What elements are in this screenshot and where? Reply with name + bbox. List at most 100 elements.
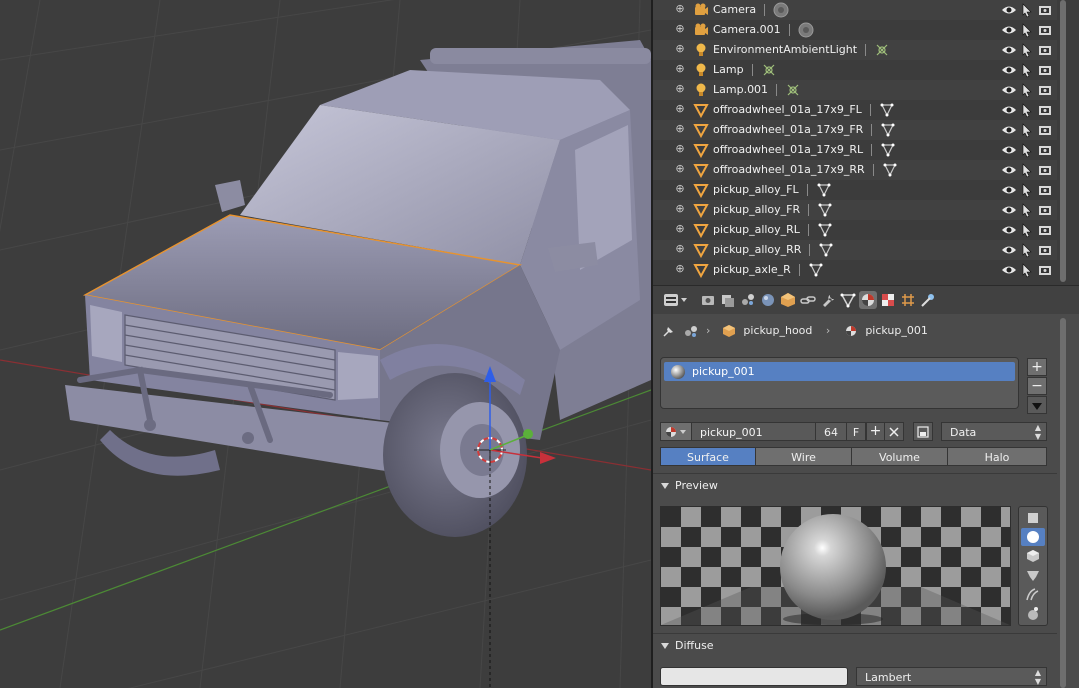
diffuse-shader-dropdown[interactable]: Lambert ▲ ▼ <box>856 667 1047 686</box>
outliner-item-name[interactable]: offroadwheel_01a_17x9_RR <box>713 163 865 176</box>
visibility-eye-icon[interactable] <box>1001 122 1017 138</box>
renderability-camera-icon[interactable] <box>1037 62 1053 78</box>
outliner-item[interactable]: ⊕ Lamp <box>653 60 1057 80</box>
mesh-data-icon[interactable] <box>808 262 824 278</box>
selectability-arrow-icon[interactable] <box>1019 2 1035 18</box>
selectability-arrow-icon[interactable] <box>1019 262 1035 278</box>
lamp-data-icon[interactable] <box>761 62 777 78</box>
outliner-item-name[interactable]: pickup_alloy_RR <box>713 243 801 256</box>
data-icon[interactable] <box>839 291 857 309</box>
renderability-camera-icon[interactable] <box>1037 162 1053 178</box>
outliner[interactable]: ⊕ Camera ⊕ Camera.001 ⊕ EnvironmentAmbientLig… <box>653 0 1079 285</box>
outliner-item-name[interactable]: offroadwheel_01a_17x9_FR <box>713 123 863 136</box>
tab-volume[interactable]: Volume <box>851 447 948 466</box>
expand-plus-icon[interactable]: ⊕ <box>675 163 685 174</box>
visibility-eye-icon[interactable] <box>1001 82 1017 98</box>
expand-plus-icon[interactable]: ⊕ <box>675 23 685 34</box>
tab-surface[interactable]: Surface <box>660 447 756 466</box>
expand-plus-icon[interactable]: ⊕ <box>675 83 685 94</box>
outliner-item-name[interactable]: Lamp <box>713 63 744 76</box>
remove-slot-button[interactable]: − <box>1027 377 1047 395</box>
expand-plus-icon[interactable]: ⊕ <box>675 123 685 134</box>
preview-monkey-icon[interactable] <box>1021 566 1045 584</box>
material-slot-list[interactable]: pickup_001 <box>660 357 1019 409</box>
modifiers-icon[interactable] <box>819 291 837 309</box>
link-dropdown[interactable]: Data ▲ ▼ <box>941 422 1047 441</box>
constraints-icon[interactable] <box>799 291 817 309</box>
outliner-item-name[interactable]: offroadwheel_01a_17x9_RL <box>713 143 863 156</box>
renderability-camera-icon[interactable] <box>1037 42 1053 58</box>
material-users-count[interactable]: 64 <box>815 422 847 441</box>
diffuse-color-swatch[interactable] <box>660 667 848 686</box>
expand-plus-icon[interactable]: ⊕ <box>675 243 685 254</box>
expand-plus-icon[interactable]: ⊕ <box>675 63 685 74</box>
outliner-item[interactable]: ⊕ EnvironmentAmbientLight <box>653 40 1057 60</box>
camera-data-icon[interactable] <box>798 22 814 38</box>
renderability-camera-icon[interactable] <box>1037 142 1053 158</box>
mesh-data-icon[interactable] <box>817 202 833 218</box>
selectability-arrow-icon[interactable] <box>1019 22 1035 38</box>
outliner-item-name[interactable]: Lamp.001 <box>713 83 768 96</box>
selectability-arrow-icon[interactable] <box>1019 82 1035 98</box>
outliner-item[interactable]: ⊕ offroadwheel_01a_17x9_RR <box>653 160 1057 180</box>
renderability-camera-icon[interactable] <box>1037 202 1053 218</box>
selectability-arrow-icon[interactable] <box>1019 162 1035 178</box>
unlink-material-button[interactable] <box>884 422 904 441</box>
visibility-eye-icon[interactable] <box>1001 2 1017 18</box>
mesh-data-icon[interactable] <box>879 102 895 118</box>
slot-specials-menu[interactable] <box>1027 396 1047 414</box>
properties-scrollbar[interactable] <box>1060 318 1066 688</box>
selectability-arrow-icon[interactable] <box>1019 102 1035 118</box>
copy-settings-button[interactable] <box>913 422 933 441</box>
lamp-data-icon[interactable] <box>874 42 890 58</box>
outliner-item[interactable]: ⊕ offroadwheel_01a_17x9_FL <box>653 100 1057 120</box>
visibility-eye-icon[interactable] <box>1001 222 1017 238</box>
expand-plus-icon[interactable]: ⊕ <box>675 203 685 214</box>
selectability-arrow-icon[interactable] <box>1019 42 1035 58</box>
visibility-eye-icon[interactable] <box>1001 262 1017 278</box>
tab-wire[interactable]: Wire <box>755 447 852 466</box>
preview-plane-icon[interactable] <box>1021 509 1045 527</box>
outliner-item-name[interactable]: pickup_alloy_FL <box>713 183 799 196</box>
material-icon[interactable] <box>859 291 877 309</box>
renderability-camera-icon[interactable] <box>1037 242 1053 258</box>
outliner-item[interactable]: ⊕ pickup_alloy_RL <box>653 220 1057 240</box>
renderability-camera-icon[interactable] <box>1037 82 1053 98</box>
expand-plus-icon[interactable]: ⊕ <box>675 103 685 114</box>
outliner-item-name[interactable]: pickup_alloy_RL <box>713 223 800 236</box>
outliner-item[interactable]: ⊕ offroadwheel_01a_17x9_RL <box>653 140 1057 160</box>
outliner-item[interactable]: ⊕ Camera.001 <box>653 20 1057 40</box>
browse-material-button[interactable] <box>660 422 692 441</box>
3d-viewport[interactable] <box>0 0 651 688</box>
visibility-eye-icon[interactable] <box>1001 162 1017 178</box>
outliner-scrollbar[interactable] <box>1060 0 1066 282</box>
selectability-arrow-icon[interactable] <box>1019 62 1035 78</box>
scene-icon[interactable] <box>739 291 757 309</box>
tab-halo[interactable]: Halo <box>947 447 1047 466</box>
visibility-eye-icon[interactable] <box>1001 202 1017 218</box>
outliner-item[interactable]: ⊕ Camera <box>653 0 1057 20</box>
expand-plus-icon[interactable]: ⊕ <box>675 263 685 274</box>
editor-type-menu[interactable] <box>661 291 689 309</box>
pin-icon[interactable] <box>661 324 675 338</box>
lamp-data-icon[interactable] <box>785 82 801 98</box>
outliner-item-name[interactable]: Camera <box>713 3 756 16</box>
visibility-eye-icon[interactable] <box>1001 242 1017 258</box>
selectability-arrow-icon[interactable] <box>1019 222 1035 238</box>
visibility-eye-icon[interactable] <box>1001 182 1017 198</box>
particles-icon[interactable] <box>899 291 917 309</box>
material-slot-item[interactable]: pickup_001 <box>664 362 1015 381</box>
outliner-item-name[interactable]: offroadwheel_01a_17x9_FL <box>713 103 862 116</box>
add-slot-button[interactable]: + <box>1027 358 1047 376</box>
mesh-data-icon[interactable] <box>882 162 898 178</box>
renderability-camera-icon[interactable] <box>1037 222 1053 238</box>
preview-sphere-icon[interactable] <box>1021 528 1045 546</box>
expand-plus-icon[interactable]: ⊕ <box>675 3 685 14</box>
object-icon[interactable] <box>779 291 797 309</box>
visibility-eye-icon[interactable] <box>1001 142 1017 158</box>
mesh-data-icon[interactable] <box>817 222 833 238</box>
outliner-item[interactable]: ⊕ offroadwheel_01a_17x9_FR <box>653 120 1057 140</box>
outliner-item[interactable]: ⊕ Lamp.001 <box>653 80 1057 100</box>
outliner-item[interactable]: ⊕ pickup_alloy_RR <box>653 240 1057 260</box>
preview-panel-header[interactable]: Preview <box>661 477 718 495</box>
